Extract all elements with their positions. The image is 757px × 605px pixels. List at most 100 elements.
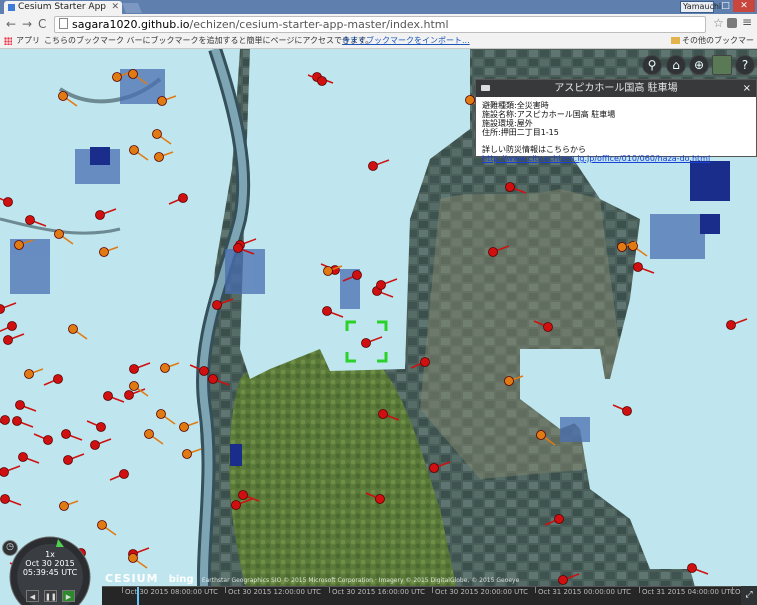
evacuation-site-marker[interactable]	[3, 197, 13, 207]
shelter-marker[interactable]	[144, 429, 154, 439]
bookmark-star-icon[interactable]: ☆	[713, 16, 724, 30]
evacuation-site-marker[interactable]	[178, 193, 188, 203]
scene-mode-button[interactable]: ⊕	[689, 55, 709, 75]
evacuation-site-marker[interactable]	[558, 575, 568, 585]
evacuation-site-marker[interactable]	[61, 429, 71, 439]
evacuation-site-marker[interactable]	[0, 415, 10, 425]
browser-tab[interactable]: Cesium Starter App ✕	[4, 1, 122, 14]
evacuation-site-marker[interactable]	[378, 409, 388, 419]
evacuation-site-marker[interactable]	[368, 161, 378, 171]
evacuation-site-marker[interactable]	[0, 494, 10, 504]
extension-icon[interactable]	[727, 18, 737, 28]
evacuation-site-marker[interactable]	[420, 357, 430, 367]
evacuation-site-marker[interactable]	[238, 490, 248, 500]
cesium-viewer[interactable]: ⚲ ⌂ ⊕ ? アスピカホール国高 駐車場 × 避難種類:全災害時 施設名称:ア…	[0, 49, 757, 605]
forward-icon[interactable]: →	[22, 16, 32, 32]
shelter-marker[interactable]	[536, 430, 546, 440]
evacuation-site-marker[interactable]	[53, 374, 63, 384]
evacuation-site-marker[interactable]	[129, 364, 139, 374]
shelter-marker[interactable]	[58, 91, 68, 101]
evacuation-site-marker[interactable]	[95, 210, 105, 220]
evacuation-site-marker[interactable]	[103, 391, 113, 401]
bing-logo[interactable]: bing	[169, 574, 194, 585]
shelter-marker[interactable]	[182, 449, 192, 459]
evacuation-site-marker[interactable]	[622, 406, 632, 416]
evacuation-site-marker[interactable]	[0, 467, 9, 477]
evacuation-site-marker[interactable]	[361, 338, 371, 348]
evacuation-site-marker[interactable]	[12, 416, 22, 426]
shelter-marker[interactable]	[128, 69, 138, 79]
evacuation-site-marker[interactable]	[488, 247, 498, 257]
evacuation-site-marker[interactable]	[7, 321, 17, 331]
shelter-marker[interactable]	[154, 152, 164, 162]
menu-icon[interactable]: ≡	[742, 15, 752, 29]
address-bar[interactable]: sagara1020.github.io/echizen/cesium-star…	[54, 16, 706, 33]
shelter-marker[interactable]	[129, 381, 139, 391]
evacuation-site-marker[interactable]	[90, 440, 100, 450]
evacuation-site-marker[interactable]	[15, 400, 25, 410]
shelter-marker[interactable]	[156, 409, 166, 419]
play-reverse-button[interactable]: ◀	[26, 590, 39, 602]
evacuation-site-marker[interactable]	[317, 76, 327, 86]
evacuation-site-marker[interactable]	[322, 306, 332, 316]
back-icon[interactable]: ←	[6, 16, 16, 32]
evacuation-site-marker[interactable]	[63, 455, 73, 465]
cesium-logo[interactable]: CESIUM	[105, 572, 158, 585]
shelter-marker[interactable]	[129, 145, 139, 155]
evacuation-site-marker[interactable]	[375, 494, 385, 504]
evacuation-site-marker[interactable]	[18, 452, 28, 462]
evacuation-site-marker[interactable]	[231, 500, 241, 510]
camera-icon[interactable]	[481, 85, 490, 91]
play-button[interactable]: ▶	[62, 590, 75, 602]
close-window-button[interactable]: ✕	[733, 0, 755, 12]
evacuation-site-marker[interactable]	[96, 422, 106, 432]
shelter-marker[interactable]	[14, 240, 24, 250]
evacuation-site-marker[interactable]	[726, 320, 736, 330]
evacuation-site-marker[interactable]	[25, 215, 35, 225]
evacuation-site-marker[interactable]	[208, 374, 218, 384]
shelter-marker[interactable]	[179, 422, 189, 432]
shelter-marker[interactable]	[99, 247, 109, 257]
shelter-marker[interactable]	[24, 369, 34, 379]
evacuation-site-marker[interactable]	[212, 300, 222, 310]
shelter-marker[interactable]	[465, 95, 475, 105]
evacuation-site-marker[interactable]	[3, 335, 13, 345]
base-layer-picker[interactable]	[712, 55, 732, 75]
timeline-cursor[interactable]	[137, 587, 139, 605]
import-bookmarks-link[interactable]: 今すぐブックマークをインポート...	[342, 34, 470, 48]
reload-icon[interactable]: C	[38, 16, 46, 32]
shelter-marker[interactable]	[112, 72, 122, 82]
evacuation-site-marker[interactable]	[352, 270, 362, 280]
shelter-marker[interactable]	[59, 501, 69, 511]
pause-button[interactable]: ❚❚	[44, 590, 57, 602]
shelter-marker[interactable]	[68, 324, 78, 334]
apps-link[interactable]: アプリ	[16, 34, 40, 48]
evacuation-site-marker[interactable]	[554, 514, 564, 524]
close-tab-icon[interactable]: ✕	[111, 1, 119, 14]
evacuation-site-marker[interactable]	[199, 366, 209, 376]
shelter-marker[interactable]	[152, 129, 162, 139]
evacuation-site-marker[interactable]	[543, 322, 553, 332]
evacuation-site-marker[interactable]	[119, 469, 129, 479]
minimize-button[interactable]: –	[703, 0, 718, 12]
shelter-marker[interactable]	[157, 96, 167, 106]
evacuation-site-marker[interactable]	[43, 435, 53, 445]
evacuation-site-marker[interactable]	[687, 563, 697, 573]
help-button[interactable]: ?	[735, 55, 755, 75]
shelter-marker[interactable]	[97, 520, 107, 530]
timeline[interactable]: Oct 30 2015 08:00:00 UTC Oct 30 2015 12:0…	[102, 586, 757, 605]
close-icon[interactable]: ×	[743, 80, 751, 97]
shelter-marker[interactable]	[54, 229, 64, 239]
shelter-marker[interactable]	[128, 553, 138, 563]
shelter-marker[interactable]	[160, 363, 170, 373]
geocoder-search-button[interactable]: ⚲	[642, 55, 662, 75]
evacuation-site-marker[interactable]	[233, 243, 243, 253]
shelter-marker[interactable]	[323, 266, 333, 276]
evacuation-site-marker[interactable]	[124, 390, 134, 400]
shelter-marker[interactable]	[504, 376, 514, 386]
evacuation-site-marker[interactable]	[429, 463, 439, 473]
apps-icon[interactable]	[4, 37, 12, 45]
evacuation-site-marker[interactable]	[505, 182, 515, 192]
home-button[interactable]: ⌂	[666, 55, 686, 75]
fullscreen-button[interactable]: ⤢	[741, 586, 757, 605]
